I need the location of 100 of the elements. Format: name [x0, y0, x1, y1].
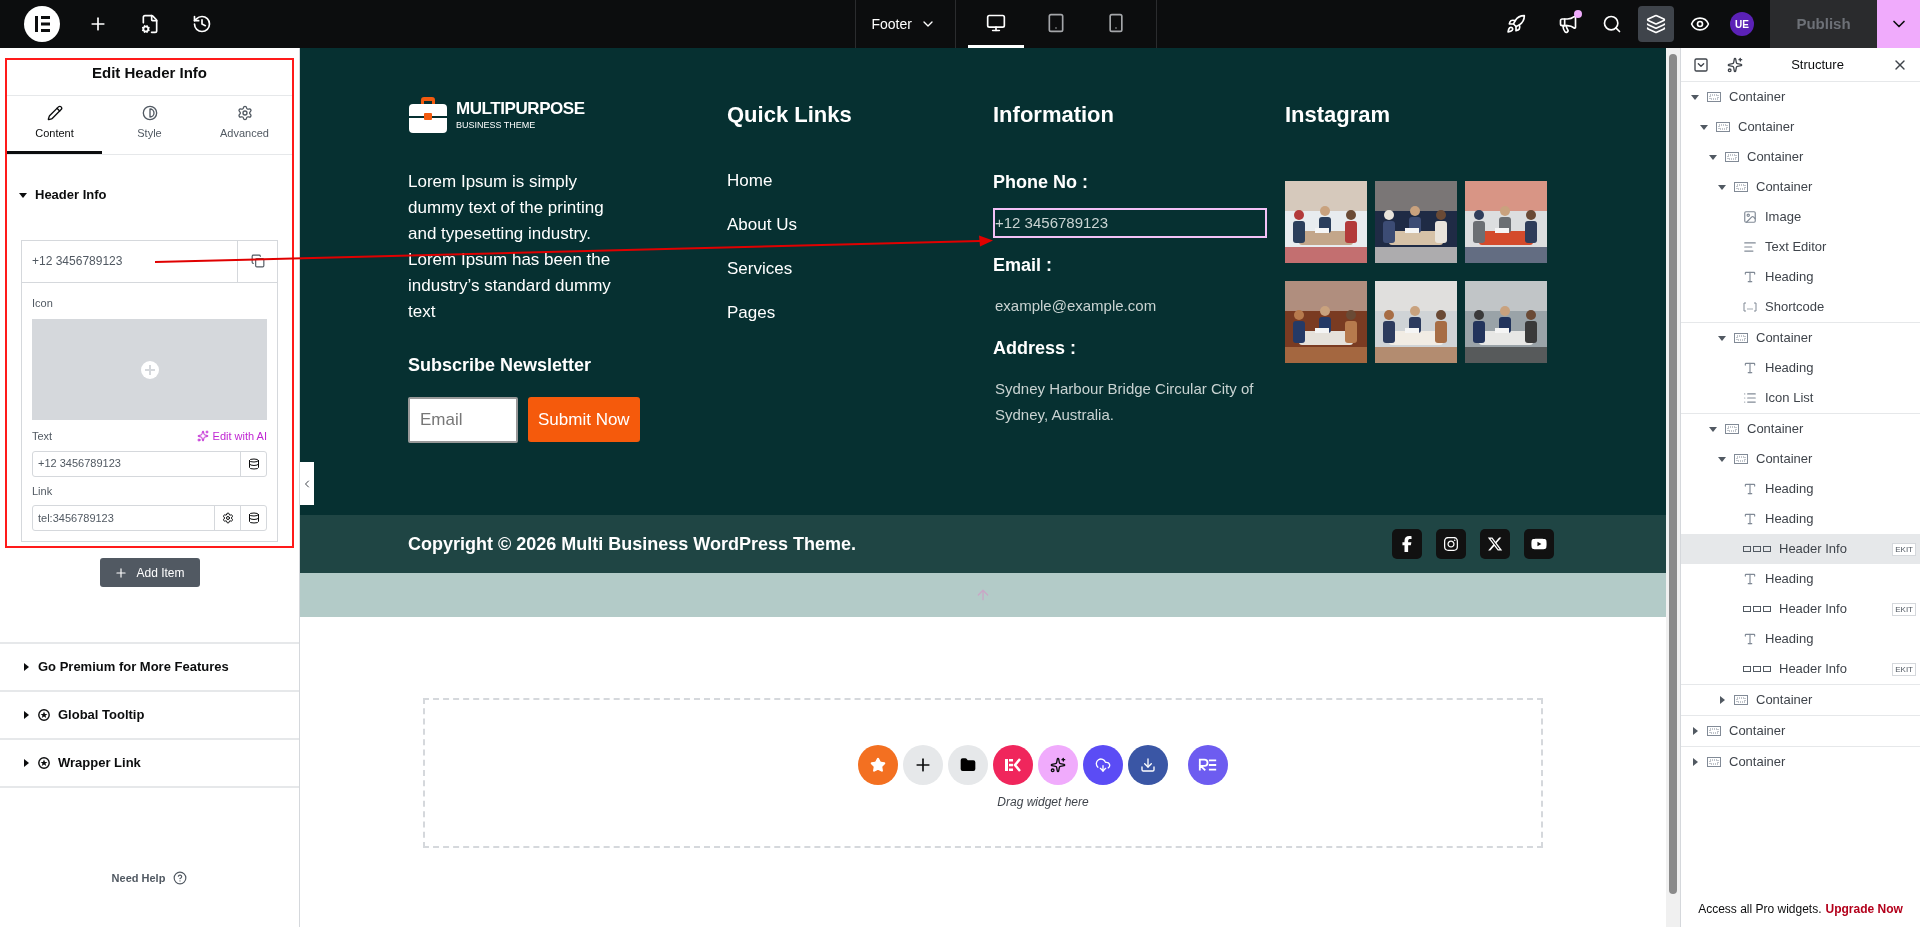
tree-item[interactable]: Heading: [1681, 353, 1920, 383]
caret-icon[interactable]: [22, 711, 30, 719]
tree-item[interactable]: Container: [1681, 444, 1920, 474]
tree-label: Header Info: [1779, 600, 1848, 619]
caret-icon[interactable]: [19, 190, 27, 199]
ai-button[interactable]: [1038, 745, 1078, 785]
panel-tab[interactable]: Content: [7, 96, 102, 154]
star-button[interactable]: [858, 745, 898, 785]
tree-item[interactable]: Heading: [1681, 504, 1920, 534]
tree-label: Container: [1756, 691, 1814, 710]
section-header[interactable]: Header Info: [19, 185, 107, 205]
tree-item[interactable]: Image: [1681, 202, 1920, 232]
instagram-icon: [1443, 536, 1459, 552]
footer-link[interactable]: Home: [727, 169, 773, 193]
upgrade-link[interactable]: Upgrade Now: [1825, 900, 1903, 918]
tree-item[interactable]: Container: [1681, 112, 1920, 142]
tree-item[interactable]: Container: [1681, 172, 1920, 202]
tree-item[interactable]: Container: [1681, 747, 1920, 777]
link-input[interactable]: tel:3456789123: [32, 505, 267, 531]
footer-link[interactable]: About Us: [727, 213, 797, 237]
rocket-icon: [1506, 14, 1526, 34]
section-header[interactable]: Go Premium for More Features: [0, 642, 299, 690]
info-value[interactable]: Sydney Harbour Bridge Circular City of Sydney, Australia.: [993, 374, 1267, 430]
youtube-button[interactable]: [1524, 529, 1554, 559]
page-settings-icon: [140, 14, 160, 34]
caret-icon[interactable]: [1718, 696, 1726, 704]
footer-link[interactable]: Services: [727, 257, 793, 281]
x-button[interactable]: [1480, 529, 1510, 559]
tree-item[interactable]: Container: [1681, 414, 1920, 444]
caret-icon[interactable]: [22, 759, 30, 767]
section-header[interactable]: Global Tooltip: [0, 690, 299, 738]
text-input[interactable]: +12 3456789123: [32, 450, 267, 477]
heading-icon: [1743, 361, 1757, 375]
folder-button[interactable]: [948, 745, 988, 785]
tree-item[interactable]: Header Info EKIT: [1681, 654, 1920, 684]
panel-tab[interactable]: Style: [102, 96, 197, 154]
tree-item[interactable]: Heading: [1681, 564, 1920, 594]
megaphone-icon: [1558, 14, 1578, 34]
facebook-button[interactable]: [1392, 529, 1422, 559]
tree-item[interactable]: Header Info EKIT: [1681, 534, 1920, 564]
caret-icon[interactable]: [1709, 153, 1717, 161]
add-item-button[interactable]: Add Item: [99, 558, 200, 587]
tree-item[interactable]: Container: [1681, 323, 1920, 353]
tree-item[interactable]: Heading: [1681, 262, 1920, 292]
add-button[interactable]: [903, 745, 943, 785]
panel-tab[interactable]: Advanced: [197, 96, 292, 154]
container-icon: [1707, 757, 1721, 767]
info-value[interactable]: example@example.com: [993, 291, 1267, 321]
cloud-button[interactable]: [1083, 745, 1123, 785]
caret-icon[interactable]: [1718, 455, 1726, 463]
structure-button[interactable]: [1638, 6, 1674, 42]
tree-item[interactable]: Container: [1681, 716, 1920, 746]
download-button[interactable]: [1128, 745, 1168, 785]
collapse-handle[interactable]: [300, 462, 314, 505]
caret-icon[interactable]: [22, 663, 30, 671]
caret-icon[interactable]: [1718, 334, 1726, 342]
tree-item[interactable]: Shortcode: [1681, 292, 1920, 322]
info-value[interactable]: +12 3456789123: [993, 208, 1267, 238]
caret-icon[interactable]: [1718, 183, 1726, 191]
footer-link[interactable]: Pages: [727, 301, 776, 325]
tree-item[interactable]: Heading: [1681, 624, 1920, 654]
tree-item[interactable]: Container: [1681, 142, 1920, 172]
tree-item[interactable]: Heading: [1681, 474, 1920, 504]
email-field[interactable]: Email: [408, 397, 518, 443]
caret-icon[interactable]: [1691, 93, 1699, 101]
scrollbar-thumb[interactable]: [1669, 54, 1677, 894]
tree-label: Heading: [1765, 630, 1815, 649]
tree-label: Container: [1738, 118, 1796, 137]
dynamic-tags-icon[interactable]: [247, 457, 260, 470]
plus-circle-icon: [139, 359, 160, 380]
caret-icon[interactable]: [1691, 758, 1699, 766]
item-title[interactable]: +12 3456789123: [22, 240, 237, 282]
instagram-button[interactable]: [1436, 529, 1466, 559]
need-help-link[interactable]: Need Help: [111, 870, 166, 887]
caret-icon[interactable]: [1691, 727, 1699, 735]
kit-logo-button[interactable]: [993, 745, 1033, 785]
edit-with-ai-link[interactable]: Edit with AI: [196, 428, 267, 445]
brand-logo-button[interactable]: [1188, 745, 1228, 785]
container-icon: [1734, 182, 1748, 192]
sparkles-icon[interactable]: [1727, 56, 1743, 73]
logo-icon[interactable]: [24, 6, 60, 42]
caret-icon[interactable]: [1700, 123, 1708, 131]
star-circle-icon: [38, 709, 50, 721]
structure-title: Structure: [1790, 55, 1845, 74]
tree-label: Header Info: [1779, 660, 1848, 679]
logo-title: MULTIPURPOSE: [456, 100, 585, 117]
promo-text: Access all Pro widgets.: [1698, 901, 1822, 918]
gear-icon[interactable]: [221, 512, 234, 524]
section-header[interactable]: Wrapper Link: [0, 738, 299, 786]
tree-item[interactable]: Text Editor: [1681, 232, 1920, 262]
dropdown-icon[interactable]: [1693, 56, 1709, 73]
tree-item[interactable]: Container: [1681, 82, 1920, 112]
caret-icon[interactable]: [1709, 425, 1717, 433]
tree-item[interactable]: Icon List: [1681, 383, 1920, 413]
tree-item[interactable]: Container: [1681, 685, 1920, 715]
tree-item[interactable]: Header Info EKIT: [1681, 594, 1920, 624]
dynamic-tags-icon[interactable]: [247, 512, 260, 524]
search-icon: [1602, 14, 1622, 34]
help-icon[interactable]: [173, 871, 188, 886]
user-avatar[interactable]: UE: [1730, 12, 1754, 36]
